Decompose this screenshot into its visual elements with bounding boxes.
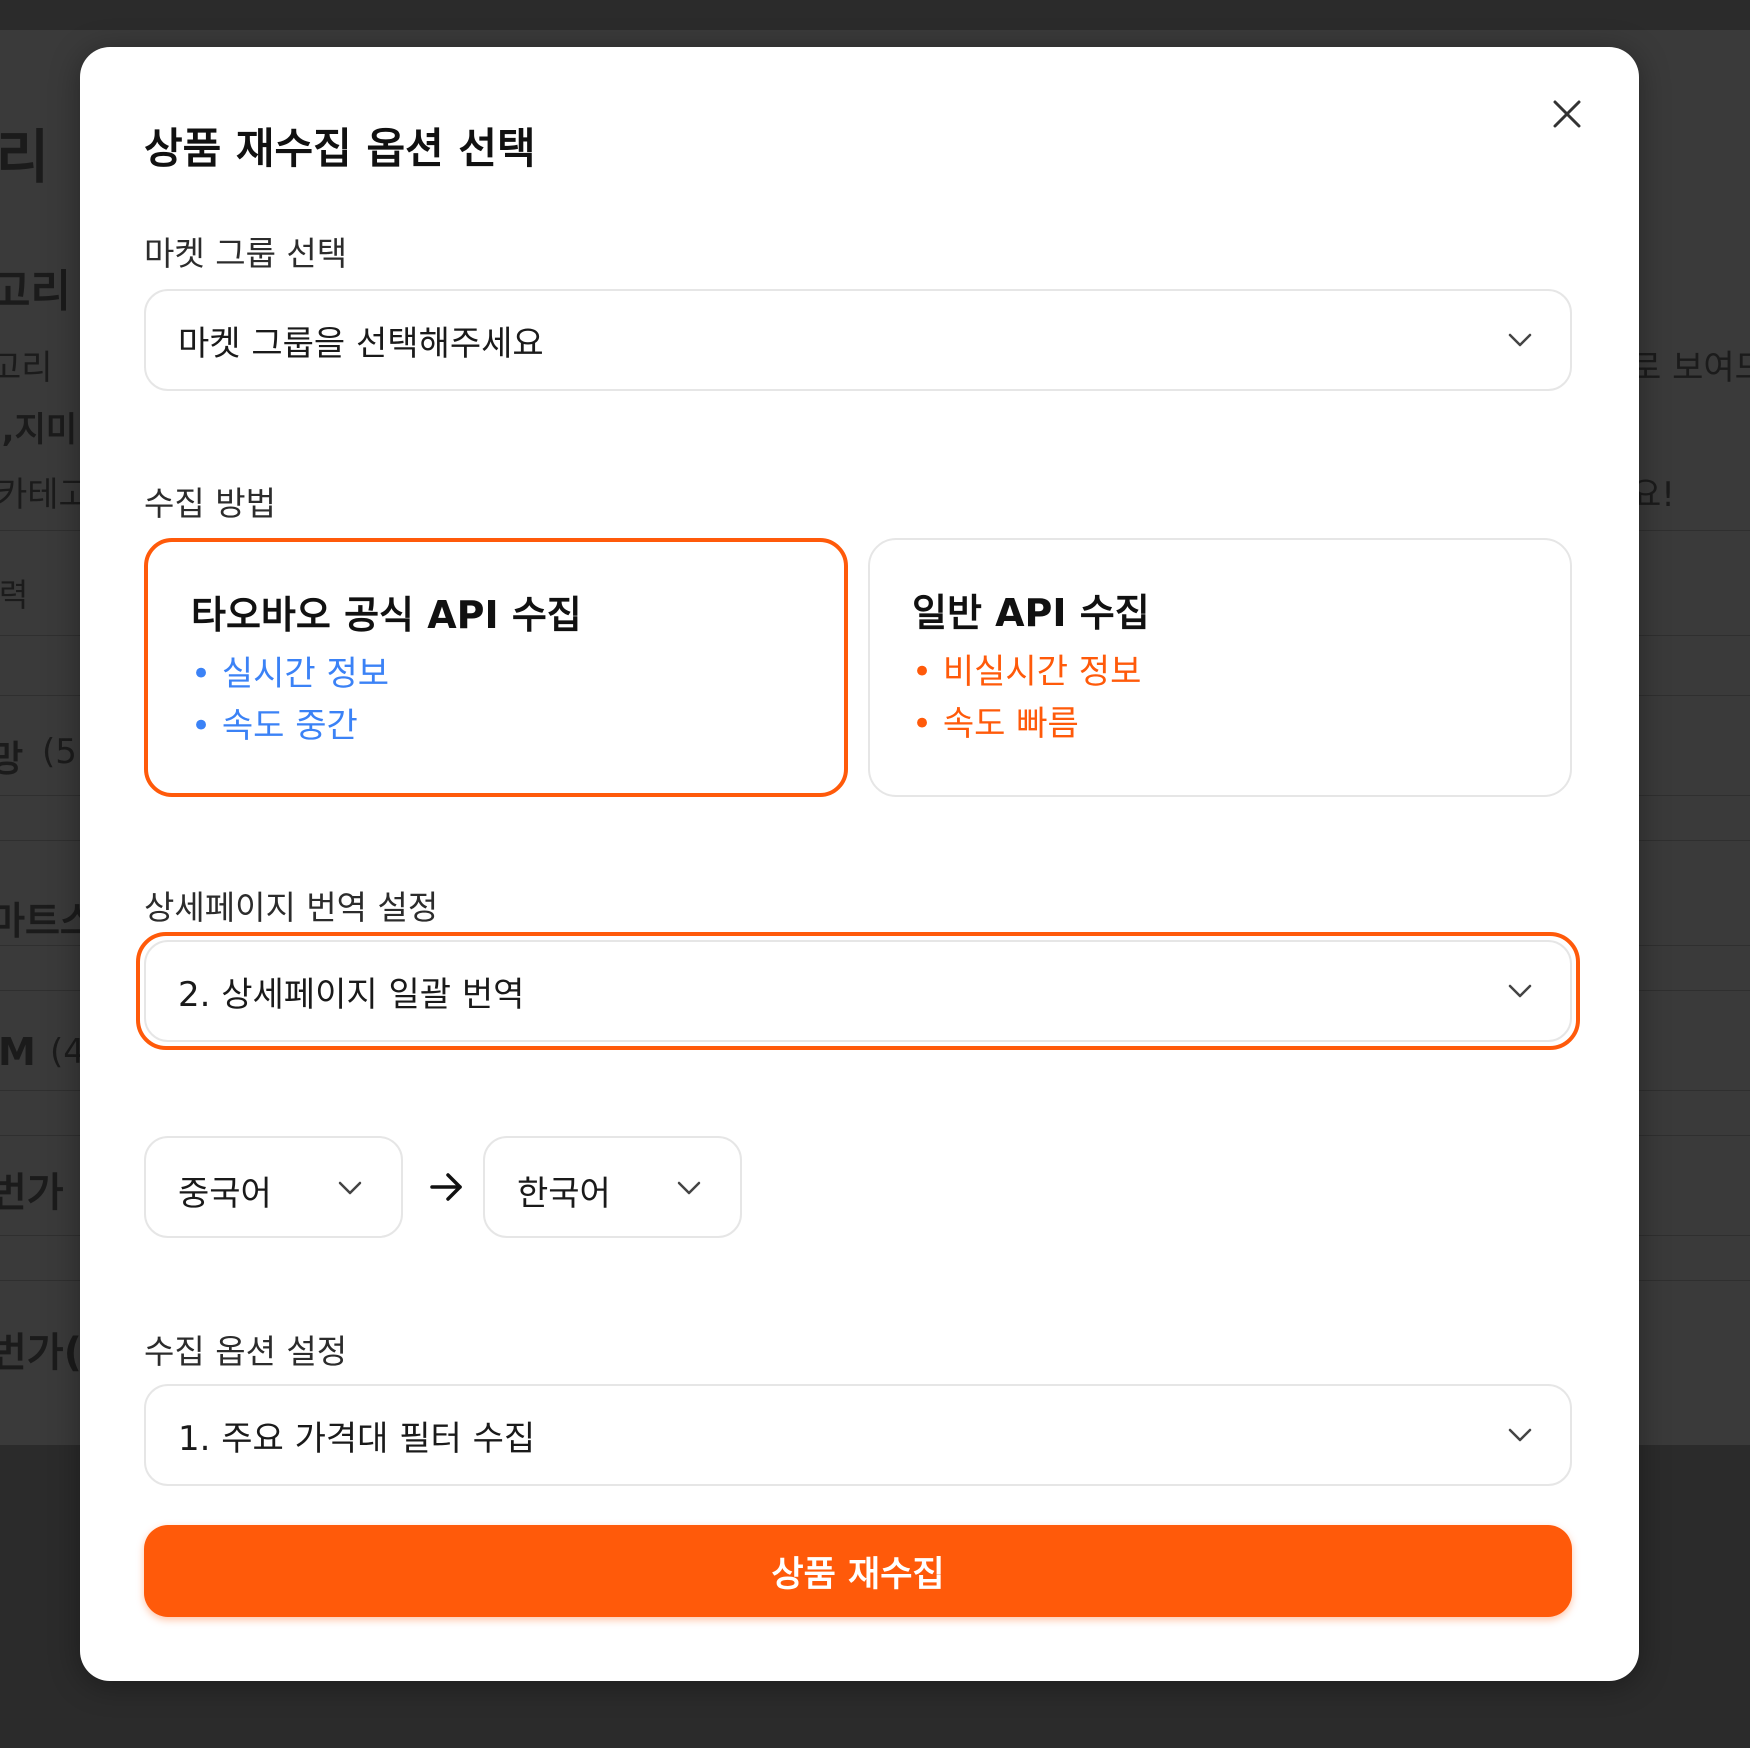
chevron-down-icon [1508,333,1532,347]
option-bullet: • 속도 빠름 [912,704,1079,744]
translation-label: 상세페이지 번역 설정 [144,888,439,927]
collect-options-value: 1. 주요 가격대 필터 수집 [178,1418,536,1459]
source-language-select[interactable]: 중국어 [144,1136,403,1238]
market-group-placeholder: 마켓 그룹을 선택해주세요 [178,323,544,364]
bg-fragment: 고리 [0,266,71,317]
market-group-label: 마켓 그룹 선택 [144,234,348,273]
bg-fragment: 번가( [0,1330,82,1376]
collect-method-label: 수집 방법 [144,484,276,523]
chevron-down-icon [1508,1428,1532,1442]
bg-fragment: M [0,1030,36,1074]
recollect-options-modal: 상품 재수집 옵션 선택 마켓 그룹 선택 마켓 그룹을 선택해주세요 수집 방… [80,47,1639,1681]
translation-mode-value: 2. 상세페이지 일괄 번역 [178,974,525,1015]
bg-fragment: 리 [0,123,50,191]
bg-fragment: 카테고 [0,475,90,515]
bg-fragment: 번가 [0,1170,64,1216]
option-title: 일반 API 수집 [912,591,1150,635]
bg-fragment: (5 [42,732,77,772]
modal-title: 상품 재수집 옵션 선택 [144,124,536,173]
chevron-down-icon [1508,984,1532,998]
option-bullet: • 비실시간 정보 [912,652,1142,692]
close-icon [1553,100,1581,128]
bg-fragment: l,지미 [0,410,78,450]
bg-fragment: 망 [0,739,24,780]
arrow-right-icon [430,1173,462,1201]
target-language-value: 한국어 [517,1174,611,1214]
translation-mode-select[interactable]: 2. 상세페이지 일괄 번역 [144,940,1572,1042]
market-group-select[interactable]: 마켓 그룹을 선택해주세요 [144,289,1572,391]
bg-fragment: l력 [0,576,29,614]
option-bullet: • 실시간 정보 [191,654,390,694]
chevron-down-icon [677,1181,701,1195]
target-language-select[interactable]: 한국어 [483,1136,742,1238]
collect-method-option-general-api[interactable]: 일반 API 수집 • 비실시간 정보 • 속도 빠름 [868,538,1572,797]
option-bullet: • 속도 중간 [191,706,358,746]
collect-options-label: 수집 옵션 설정 [144,1332,348,1371]
close-button[interactable] [1545,92,1589,136]
bg-fragment: 로 보여드 [1630,348,1750,388]
source-language-value: 중국어 [178,1174,272,1214]
bg-fragment: 고리 [0,348,53,388]
option-title: 타오바오 공식 API 수집 [191,593,582,637]
chevron-down-icon [338,1181,362,1195]
collect-method-option-official-api[interactable]: 타오바오 공식 API 수집 • 실시간 정보 • 속도 중간 [144,538,848,797]
recollect-button[interactable]: 상품 재수집 [144,1525,1572,1617]
collect-options-select[interactable]: 1. 주요 가격대 필터 수집 [144,1384,1572,1486]
